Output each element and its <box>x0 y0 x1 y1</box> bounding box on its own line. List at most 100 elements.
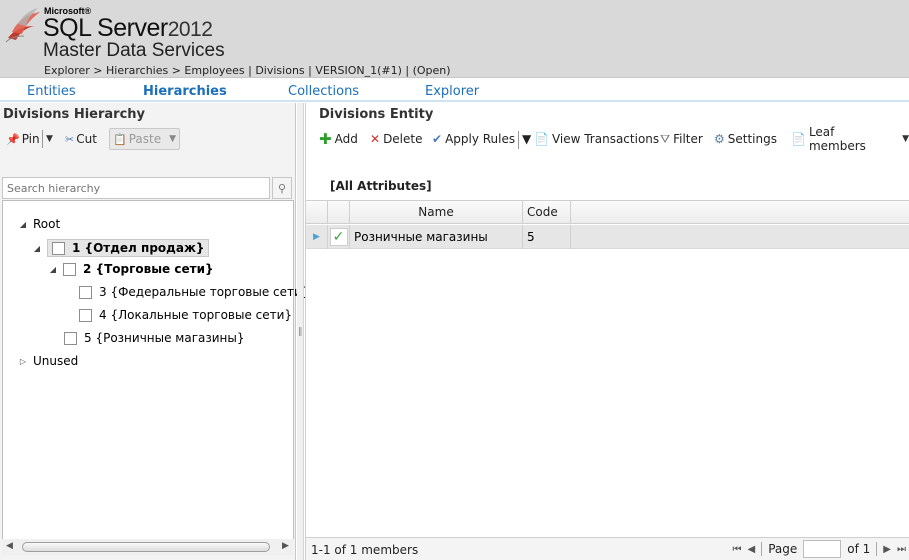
filter-icon: ⛛ <box>660 131 671 146</box>
filter-button[interactable]: ⛛ Filter <box>660 129 703 149</box>
gear-icon: ⚙ <box>714 132 725 146</box>
add-button[interactable]: ✚ Add <box>319 129 358 149</box>
hierarchy-tree: ◢ Root ◢ 1 {Отдел продаж} ◢ 2 {Торговые … <box>2 200 309 542</box>
page-number-input[interactable] <box>803 540 842 558</box>
delete-button[interactable]: ✕ Delete <box>370 129 423 149</box>
delete-label: Delete <box>383 132 423 146</box>
table-row[interactable]: ▶ ✓ Розничные магазины 5 <box>306 225 909 249</box>
tab-entities[interactable]: Entities <box>27 84 76 99</box>
transactions-icon: 📄 <box>534 132 549 146</box>
paste-button[interactable]: 📋 Paste ▼ <box>109 128 181 150</box>
next-page-icon[interactable]: ▶ <box>883 544 891 555</box>
search-button[interactable]: ⚲ <box>272 177 292 199</box>
tab-hierarchies[interactable]: Hierarchies <box>143 84 227 99</box>
paste-icon: 📋 <box>113 132 127 146</box>
entity-toolbar: ✚ Add ✕ Delete ✔ Apply Rules ▼ 📄 View Tr… <box>319 125 909 153</box>
settings-label: Settings <box>727 132 777 146</box>
node-checkbox[interactable] <box>79 285 92 299</box>
collapse-icon[interactable]: ◢ <box>17 220 29 229</box>
member-count: 1-1 of 1 members <box>311 543 419 557</box>
scroll-left-icon[interactable]: ◀ <box>6 541 13 551</box>
column-header-name[interactable]: Name <box>350 201 523 223</box>
apply-rules-icon: ✔ <box>432 132 443 146</box>
cell-code[interactable]: 5 <box>523 225 571 249</box>
grid-header: Name Code <box>306 200 909 224</box>
sql-server-logo-icon <box>5 8 40 43</box>
validation-cell: ✓ <box>328 225 350 249</box>
view-transactions-label: View Transactions <box>551 132 660 146</box>
hierarchy-panel: Divisions Hierarchy 📌 Pin ▼ ✂ Cut 📋 Past… <box>0 103 309 560</box>
toolbar-divider <box>518 131 519 149</box>
product-name: SQL Server2012 <box>43 14 213 43</box>
delete-icon: ✕ <box>370 132 381 146</box>
view-transactions-button[interactable]: 📄 View Transactions <box>534 129 659 149</box>
product-version: 2012 <box>167 18 213 41</box>
cut-icon: ✂ <box>65 132 75 146</box>
cell-name[interactable]: Розничные магазины <box>350 225 523 249</box>
pin-dropdown-icon[interactable]: ▼ <box>46 128 53 150</box>
hierarchy-search-input[interactable] <box>2 177 270 199</box>
node-checkbox[interactable] <box>63 262 76 276</box>
last-page-icon[interactable]: ⏭ <box>897 544 906 555</box>
app-header: Microsoft® SQL Server2012 Master Data Se… <box>0 0 909 78</box>
product-label: SQL Server <box>43 14 168 42</box>
selected-node-highlight: 1 {Отдел продаж} <box>47 239 210 257</box>
scroll-thumb[interactable] <box>22 542 270 552</box>
tab-collections[interactable]: Collections <box>288 84 359 99</box>
prev-page-icon[interactable]: ◀ <box>748 544 756 555</box>
cut-button[interactable]: ✂ Cut <box>65 128 97 150</box>
breadcrumb: Explorer > Hierarchies > Employees | Div… <box>44 64 451 77</box>
row-pointer-icon: ▶ <box>313 232 320 242</box>
pin-icon: 📌 <box>6 132 20 146</box>
filter-label: Filter <box>673 132 703 146</box>
tab-explorer[interactable]: Explorer <box>425 84 479 99</box>
node-checkbox[interactable] <box>64 331 77 345</box>
add-label: Add <box>334 132 358 146</box>
validation-header <box>328 201 350 223</box>
tree-horizontal-scrollbar[interactable]: ◀ ▶ <box>2 539 294 555</box>
tree-node-2[interactable]: ◢ 2 {Торговые сети} <box>47 262 214 276</box>
tree-node-label: Root <box>33 217 61 231</box>
node-checkbox[interactable] <box>79 308 92 322</box>
apply-rules-label: Apply Rules <box>445 132 516 146</box>
settings-button[interactable]: ⚙ Settings <box>714 129 777 149</box>
main-nav: Entities Hierarchies Collections Explore… <box>0 79 909 102</box>
scroll-right-icon[interactable]: ▶ <box>282 541 289 551</box>
tree-node-label: 1 {Отдел продаж} <box>72 241 205 255</box>
tree-node-label: Unused <box>33 354 79 368</box>
paste-dropdown-icon: ▼ <box>169 134 177 144</box>
leaf-members-dropdown[interactable]: 📄 Leaf members ▼ <box>791 125 909 153</box>
tree-node-root[interactable]: ◢ Root <box>17 217 60 231</box>
row-indicator-header <box>306 201 328 223</box>
entity-title: Divisions Entity <box>319 107 434 122</box>
apply-rules-button[interactable]: ✔ Apply Rules <box>432 129 515 149</box>
tree-node-label: 5 {Розничные магазины} <box>84 331 245 345</box>
first-page-icon[interactable]: ⏮ <box>733 544 742 555</box>
chevron-down-icon: ▼ <box>902 134 909 144</box>
pager-divider <box>876 542 878 556</box>
tree-node-label: 3 {Федеральные торговые сети} <box>99 285 310 299</box>
row-selector[interactable]: ▶ <box>306 225 328 249</box>
panel-splitter[interactable]: ‖ <box>297 103 304 560</box>
tree-node-unused[interactable]: ▷ Unused <box>17 354 78 368</box>
tree-node-1[interactable]: ◢ 1 {Отдел продаж} <box>31 239 210 257</box>
collapse-icon[interactable]: ◢ <box>47 265 59 274</box>
search-icon: ⚲ <box>277 181 287 195</box>
pin-button[interactable]: 📌 Pin <box>6 128 40 150</box>
collapse-icon[interactable]: ◢ <box>31 244 43 253</box>
pager: ⏮ ◀ Page of 1 ▶ ⏭ <box>733 540 906 558</box>
entity-panel: Divisions Entity ✚ Add ✕ Delete ✔ Apply … <box>305 103 909 560</box>
node-checkbox[interactable] <box>52 241 65 255</box>
grid-footer: 1-1 of 1 members ⏮ ◀ Page of 1 ▶ ⏭ <box>306 537 909 560</box>
tree-node-3[interactable]: 3 {Федеральные торговые сети} <box>79 285 309 299</box>
tree-node-4[interactable]: 4 {Локальные торговые сети} <box>79 308 292 322</box>
validation-passed-icon: ✓ <box>329 228 348 246</box>
hierarchy-title: Divisions Hierarchy <box>3 107 146 122</box>
attribute-view-selector[interactable]: [All Attributes] <box>330 179 432 193</box>
tree-node-5[interactable]: 5 {Розничные магазины} <box>64 331 245 345</box>
expand-icon[interactable]: ▷ <box>17 357 29 366</box>
column-header-code[interactable]: Code <box>523 201 571 223</box>
paste-label: Paste <box>128 132 162 146</box>
tree-node-label: 2 {Торговые сети} <box>83 262 214 276</box>
apply-rules-dropdown-icon[interactable]: ▼ <box>522 129 531 149</box>
